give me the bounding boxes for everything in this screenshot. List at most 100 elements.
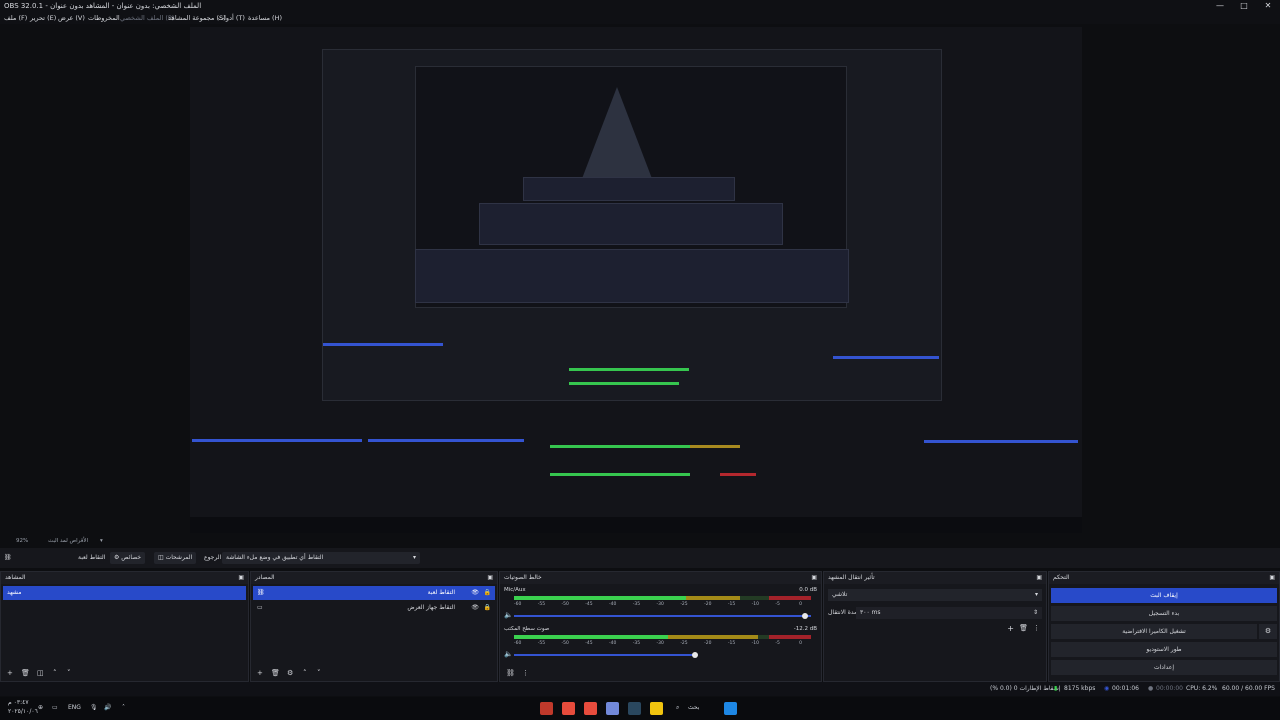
bitrate: 8175 kbps <box>1064 685 1096 692</box>
menu-edit[interactable]: تحرير (E) <box>30 12 56 24</box>
transitions-title: تأثير انتقال المشهد <box>828 574 875 581</box>
filters-button[interactable]: ◫ المرشحات <box>154 552 197 564</box>
link-icon[interactable]: ⛓ <box>506 666 515 681</box>
tick: -10 <box>751 602 759 607</box>
volume-slider[interactable] <box>514 613 811 619</box>
chevron-down-icon[interactable]: ˅ <box>67 666 71 681</box>
mic-icon[interactable]: 🎙 <box>90 704 98 711</box>
menu-tools[interactable]: أدوات (T) <box>218 12 245 24</box>
trash-icon[interactable]: 🗑 <box>1019 624 1028 632</box>
volume-icon[interactable]: 🔊 <box>104 704 111 711</box>
controls-title: التحكم <box>1053 574 1070 581</box>
trash-icon[interactable]: 🗑 <box>21 666 30 681</box>
source-name: التقاط جهاز العرض <box>407 604 455 611</box>
obs-taskbar-icon[interactable] <box>540 702 553 715</box>
duration-input[interactable]: ٣٠٠ ms ⇕ <box>856 607 1042 619</box>
minimize-button[interactable]: — <box>1208 0 1232 12</box>
start-virtual-camera-button[interactable]: تشغيل الكاميرا الافتراضية <box>1051 624 1257 639</box>
tick: -20 <box>704 641 712 646</box>
volume-slider[interactable] <box>514 652 698 658</box>
speaker-icon[interactable]: 🔈 <box>504 650 513 658</box>
preview-canvas[interactable] <box>190 27 1082 533</box>
search-icon[interactable]: ⌕ <box>676 704 679 712</box>
dock-menu-icon[interactable]: ▣ <box>238 572 244 584</box>
gear-icon[interactable]: ⚙ <box>1259 624 1277 639</box>
source-item[interactable]: ⛓ التقاط لعبة 👁 🔒 <box>253 586 495 600</box>
language-indicator[interactable]: ENG <box>68 704 81 711</box>
scene-transitions-dock: تأثير انتقال المشهد ▣ تلاشي ▾ مدة الانتقا… <box>823 571 1047 682</box>
volume-meter <box>514 635 811 639</box>
cpu-usage: CPU: 6.2% <box>1186 685 1218 692</box>
close-button[interactable]: ✕ <box>1256 0 1280 12</box>
screen-icon[interactable]: ▭ <box>52 704 58 711</box>
windows-start-icon[interactable] <box>724 702 737 715</box>
lock-icon[interactable]: 🔒 <box>484 586 491 600</box>
filters-label: المرشحات <box>165 554 193 561</box>
settings-button[interactable]: إعدادات <box>1051 660 1277 675</box>
chevron-down-icon: ▾ <box>1034 591 1038 598</box>
app-taskbar-icon[interactable] <box>562 702 575 715</box>
stepper-icon[interactable]: ⇕ <box>1033 607 1038 619</box>
menu-docks[interactable]: المخروطات <box>88 12 120 24</box>
nested-window-b <box>479 203 783 245</box>
more-icon[interactable]: ⋮ <box>522 666 529 681</box>
folder-taskbar-icon[interactable] <box>650 702 663 715</box>
taskbar-search[interactable]: بحث <box>688 704 699 711</box>
chevron-down-icon[interactable]: ▾ <box>100 537 103 546</box>
dropped-frames: إسقاط الإطارات 0 (0.0 %) <box>990 685 1061 692</box>
tick: -30 <box>656 641 664 646</box>
dock-menu-icon[interactable]: ▣ <box>1269 572 1275 584</box>
menu-help[interactable]: مساعدة (H) <box>248 12 282 24</box>
brave-taskbar-icon[interactable] <box>584 702 597 715</box>
more-icon[interactable]: ⋮ <box>1033 624 1040 632</box>
tick: -60 <box>514 641 522 646</box>
menu-view[interactable]: عرض (V) <box>58 12 85 24</box>
stream-time: 00:01:06 <box>1112 685 1139 692</box>
add-icon[interactable]: + <box>257 666 263 681</box>
transition-select[interactable]: تلاشي ▾ <box>828 589 1042 601</box>
tick: -40 <box>609 641 617 646</box>
stop-streaming-button[interactable]: إيقاف البث <box>1051 588 1277 603</box>
link-icon: ⛓ <box>257 589 265 596</box>
menu-file[interactable]: ملف (F) <box>4 12 27 24</box>
eye-icon[interactable]: 👁 <box>471 601 479 615</box>
tick: -5 <box>775 602 780 607</box>
menu-bar: ملف (F) تحرير (E) عرض (V) المخروطات المل… <box>0 12 1280 24</box>
slider-knob[interactable] <box>802 613 809 619</box>
dock-menu-icon[interactable]: ▣ <box>487 572 493 584</box>
filter-icon[interactable]: ◫ <box>37 666 44 681</box>
filter-icon: ◫ <box>158 554 166 561</box>
tick: -35 <box>632 602 641 607</box>
steam-taskbar-icon[interactable] <box>628 702 641 715</box>
lock-icon[interactable]: 🔒 <box>484 601 491 615</box>
source-toolbar: ⛓ التقاط لعبة ⚙ خصائص ◫ المرشحات الرجوع … <box>0 548 1280 568</box>
properties-button[interactable]: ⚙ خصائص <box>110 552 146 564</box>
dock-menu-icon[interactable]: ▣ <box>1036 572 1042 584</box>
add-icon[interactable]: + <box>7 666 13 681</box>
chevron-up-icon[interactable]: ˄ <box>53 666 57 681</box>
chevron-up-icon[interactable]: ˄ <box>122 704 125 711</box>
eye-icon[interactable]: 👁 <box>471 586 479 600</box>
add-icon[interactable]: + <box>1007 624 1014 633</box>
speaker-icon[interactable]: 🔈 <box>504 611 513 619</box>
chevron-down-icon[interactable]: ˅ <box>317 666 321 681</box>
maximize-button[interactable]: □ <box>1232 0 1256 12</box>
title-bar: OBS 32.0.1 - الملف الشخصي: بدون عنوان - … <box>0 0 1280 12</box>
zoom-level[interactable]: 92% <box>16 537 28 546</box>
start-recording-button[interactable]: بدء التسجيل <box>1051 606 1277 621</box>
source-item[interactable]: ▭ التقاط جهاز العرض 👁 🔒 <box>253 601 495 615</box>
notification-icon[interactable]: ⊕ <box>38 704 43 711</box>
trash-icon[interactable]: 🗑 <box>271 666 280 681</box>
chevron-up-icon[interactable]: ˄ <box>303 666 307 681</box>
dock-menu-icon[interactable]: ▣ <box>811 572 817 584</box>
tick: -30 <box>656 602 664 607</box>
capture-mode-select[interactable]: التقاط أي تطبيق في وضع ملء الشاشة ▾ <box>222 552 420 564</box>
gear-icon[interactable]: ⚙ <box>287 666 293 681</box>
studio-mode-button[interactable]: طور الاستوديو <box>1051 642 1277 657</box>
menu-scene-collection[interactable]: مجموعة المشاهد (S) <box>168 12 226 24</box>
tick: -35 <box>632 641 641 646</box>
slider-knob[interactable] <box>691 652 698 658</box>
scene-item[interactable]: مشهد <box>3 586 246 600</box>
menu-profile[interactable]: الملف الشخصي (P) <box>120 12 174 24</box>
discord-taskbar-icon[interactable] <box>606 702 619 715</box>
